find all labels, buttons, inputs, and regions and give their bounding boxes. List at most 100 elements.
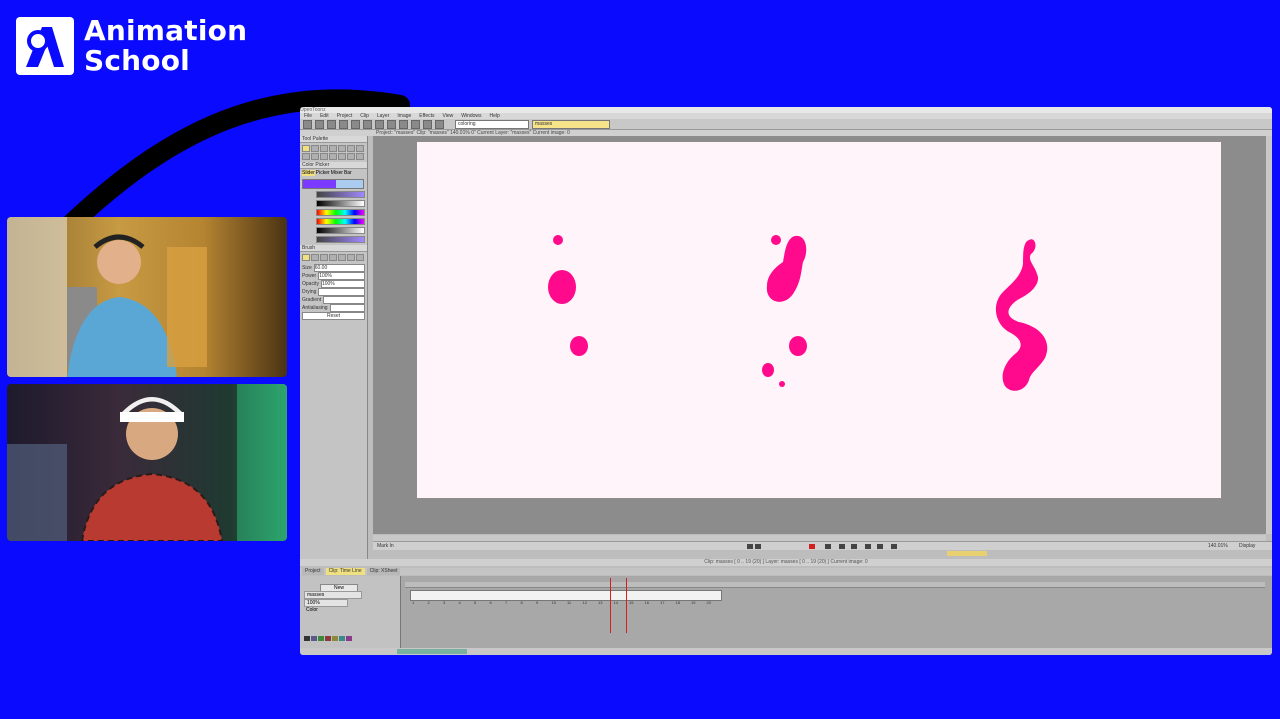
color-chip-green[interactable] bbox=[318, 636, 324, 641]
frame-slider-thumb[interactable] bbox=[947, 551, 987, 556]
color-slider-3[interactable] bbox=[316, 209, 365, 216]
frame-number: 19 bbox=[691, 600, 696, 605]
brush-prop-power: Power 100% bbox=[302, 271, 365, 280]
copy-icon[interactable] bbox=[351, 119, 360, 129]
tool-palette-title: Tool Palette bbox=[300, 136, 367, 143]
drawing-canvas[interactable] bbox=[417, 142, 1221, 498]
ellipse-tool-icon[interactable] bbox=[338, 145, 346, 152]
menu-help[interactable]: Help bbox=[490, 113, 500, 119]
viewer-vertical-scrollbar[interactable] bbox=[1266, 136, 1272, 534]
menu-view[interactable]: View bbox=[443, 113, 454, 119]
brush-type-icon-7[interactable] bbox=[356, 254, 364, 261]
color-chip-olive[interactable] bbox=[332, 636, 338, 641]
color-slider-5[interactable] bbox=[316, 227, 365, 234]
color-slider-6[interactable] bbox=[316, 236, 365, 243]
menu-project[interactable]: Project bbox=[337, 113, 353, 119]
save-icon[interactable] bbox=[327, 119, 336, 129]
blob-drop-3 bbox=[570, 336, 588, 356]
frame-number: 14 bbox=[613, 600, 618, 605]
layer-opacity[interactable]: 100% bbox=[304, 599, 348, 607]
room-field[interactable]: coloring bbox=[455, 119, 529, 129]
first-frame-icon[interactable] bbox=[839, 544, 845, 549]
eraser-tool-icon[interactable] bbox=[356, 145, 364, 152]
menu-image[interactable]: Image bbox=[397, 113, 411, 119]
brush-type-icon-2[interactable] bbox=[311, 254, 319, 261]
brush-type-icon-4[interactable] bbox=[329, 254, 337, 261]
bottom-tabs: Project Clip: Time Line Clip: XSheet bbox=[300, 568, 1272, 575]
paste-icon[interactable] bbox=[363, 119, 372, 129]
brush-type-icon-5[interactable] bbox=[338, 254, 346, 261]
last-frame-icon[interactable] bbox=[891, 544, 897, 549]
tab-bar[interactable]: Bar bbox=[344, 170, 352, 176]
color-chip-red[interactable] bbox=[325, 636, 331, 641]
color-slider-4[interactable] bbox=[316, 218, 365, 225]
redo-icon[interactable] bbox=[387, 119, 396, 129]
undo-icon[interactable] bbox=[375, 119, 384, 129]
frame-slider[interactable] bbox=[373, 550, 1272, 558]
zoom-icon[interactable] bbox=[411, 119, 420, 129]
brush-type-icon-3[interactable] bbox=[320, 254, 328, 261]
viewer-area[interactable] bbox=[373, 136, 1266, 557]
frame-number: 7 bbox=[505, 600, 508, 605]
rect-tool-icon[interactable] bbox=[329, 145, 337, 152]
hand-tool-icon[interactable] bbox=[302, 153, 310, 160]
color-slider-1[interactable] bbox=[316, 191, 365, 198]
color-picker-tabs: Slider Picker Mixer Bar bbox=[300, 169, 367, 177]
tab-clip-timeline[interactable]: Clip: Time Line bbox=[325, 568, 365, 575]
current-color-swatch[interactable] bbox=[302, 179, 364, 189]
brush-type-icon-6[interactable] bbox=[347, 254, 355, 261]
rotate-tool-icon[interactable] bbox=[320, 153, 328, 160]
next-frame-icon[interactable] bbox=[877, 544, 883, 549]
tab-picker[interactable]: Picker bbox=[316, 170, 330, 176]
frame-number: 2 bbox=[427, 600, 430, 605]
color-chip-purple[interactable] bbox=[346, 636, 352, 641]
color-wheel-icon[interactable] bbox=[399, 119, 408, 129]
layer-name[interactable]: masses bbox=[304, 591, 362, 599]
tab-clip-xsheet[interactable]: Clip: XSheet bbox=[366, 568, 401, 575]
tab-slider[interactable]: Slider bbox=[302, 170, 315, 176]
color-chip-black[interactable] bbox=[304, 636, 310, 641]
eyedropper-tool-icon[interactable] bbox=[329, 153, 337, 160]
timeline-playhead[interactable] bbox=[610, 578, 611, 633]
stop-icon[interactable] bbox=[825, 544, 831, 549]
loop-icon[interactable] bbox=[747, 544, 753, 549]
clip-field[interactable]: masses bbox=[532, 119, 610, 129]
frame-rate-icon[interactable] bbox=[755, 544, 761, 549]
tab-mixer[interactable]: Mixer bbox=[331, 170, 343, 176]
color-slider-2[interactable] bbox=[316, 200, 365, 207]
menu-effects[interactable]: Effects bbox=[419, 113, 434, 119]
main-toolbar: coloring masses bbox=[300, 119, 1272, 130]
new-file-icon[interactable] bbox=[303, 119, 312, 129]
prev-frame-icon[interactable] bbox=[851, 544, 857, 549]
zoom-tool-icon[interactable] bbox=[311, 153, 319, 160]
play-icon[interactable] bbox=[865, 544, 871, 549]
menu-windows[interactable]: Windows bbox=[461, 113, 481, 119]
brush-tool-icon[interactable] bbox=[311, 145, 319, 152]
progress-strip bbox=[397, 649, 467, 654]
tape-tool-icon[interactable] bbox=[356, 153, 364, 160]
menu-edit[interactable]: Edit bbox=[320, 113, 329, 119]
tab-project[interactable]: Project bbox=[302, 568, 324, 575]
open-file-icon[interactable] bbox=[315, 119, 324, 129]
record-icon[interactable] bbox=[809, 544, 815, 549]
frame-number: 11 bbox=[567, 600, 572, 605]
type-tool-icon[interactable] bbox=[338, 153, 346, 160]
color-chip-teal[interactable] bbox=[339, 636, 345, 641]
pencil-tool-icon[interactable] bbox=[320, 145, 328, 152]
menu-clip[interactable]: Clip bbox=[360, 113, 369, 119]
frame-number: 15 bbox=[629, 600, 634, 605]
menu-file[interactable]: File bbox=[304, 113, 312, 119]
layout-icon[interactable] bbox=[435, 119, 444, 129]
menu-layer[interactable]: Layer bbox=[377, 113, 390, 119]
timeline-marker[interactable] bbox=[626, 578, 627, 633]
grid-icon[interactable] bbox=[423, 119, 432, 129]
cut-icon[interactable] bbox=[339, 119, 348, 129]
pink-blob-drawings bbox=[548, 235, 1048, 391]
brush-type-icon-1[interactable] bbox=[302, 254, 310, 261]
reset-button[interactable]: Reset bbox=[302, 311, 365, 320]
skeleton-tool-icon[interactable] bbox=[347, 153, 355, 160]
color-chip-slate[interactable] bbox=[311, 636, 317, 641]
selection-tool-icon[interactable] bbox=[302, 145, 310, 152]
fill-tool-icon[interactable] bbox=[347, 145, 355, 152]
timeline-ruler[interactable] bbox=[405, 582, 1265, 588]
